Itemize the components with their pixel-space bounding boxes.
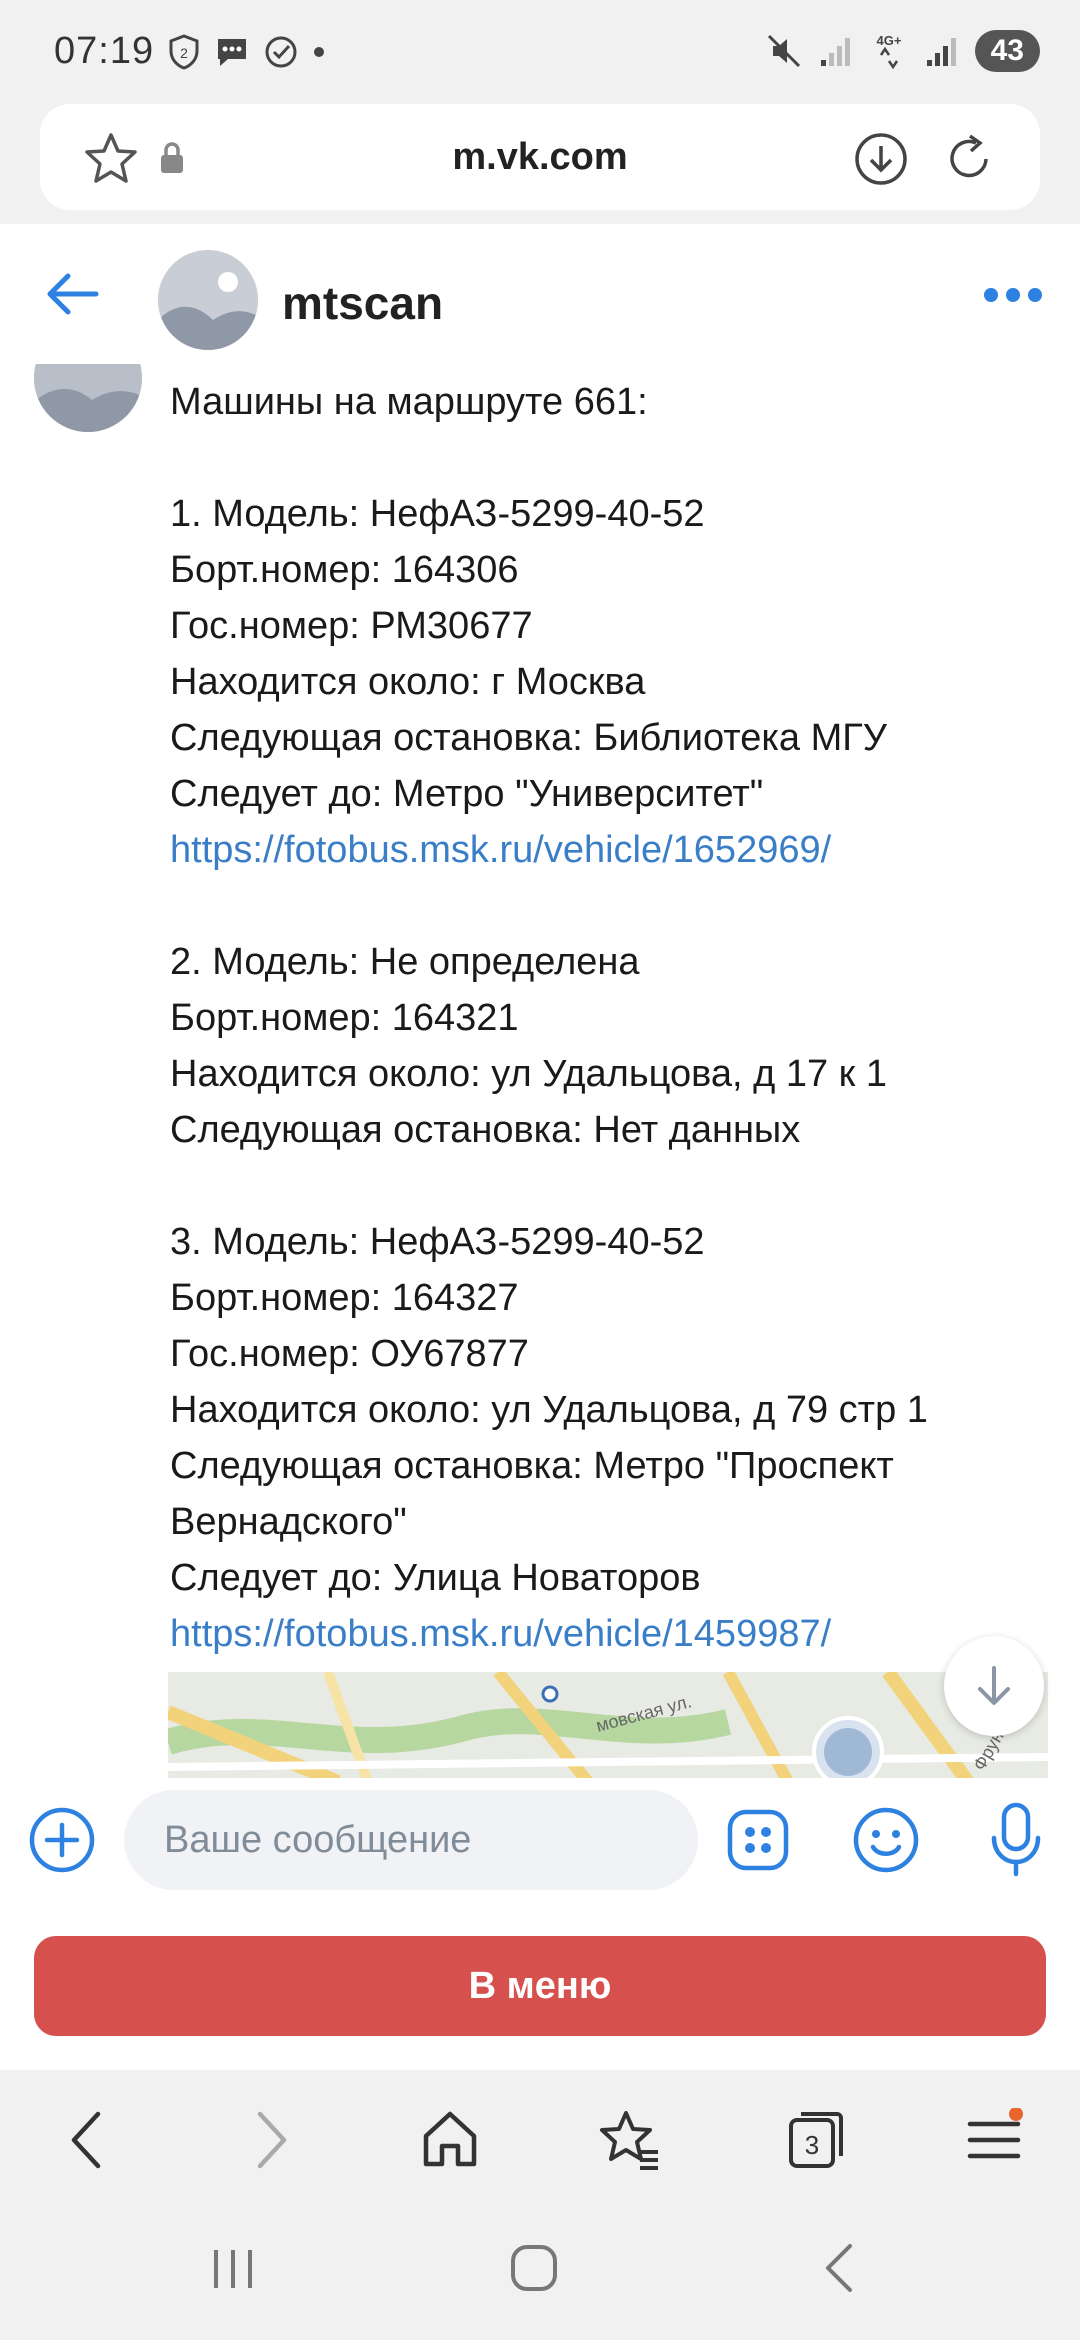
address-bar[interactable]: m.vk.com (40, 104, 1040, 210)
network-label: 4G+ (876, 33, 901, 48)
message-line: Борт.номер: 164321 (170, 997, 519, 1039)
reload-icon[interactable] (940, 130, 998, 188)
avatar[interactable] (158, 250, 258, 350)
arrow-down-icon (978, 1666, 1010, 1705)
back-nav-icon[interactable] (818, 2240, 858, 2296)
tabs-icon[interactable]: 3 (787, 2108, 845, 2172)
message-line: Машины на маршруте 661: (170, 381, 648, 423)
more-options-icon[interactable] (984, 288, 1042, 302)
message-line: Борт.номер: 164306 (170, 549, 519, 591)
status-time: 07:19 (54, 30, 155, 72)
message-input[interactable] (124, 1790, 698, 1890)
message-composer (0, 1778, 1080, 1898)
download-icon[interactable] (852, 130, 910, 188)
message-line: Вернадского" (170, 1501, 407, 1543)
scroll-down-button[interactable] (944, 1636, 1044, 1736)
message-line: Следующая остановка: Нет данных (170, 1109, 801, 1151)
browser-forward-icon[interactable] (252, 2108, 292, 2172)
map-image: мовская ул. Фрунзе (168, 1672, 1048, 1778)
message-line: 1. Модель: НефАЗ-5299-40-52 (170, 493, 705, 535)
back-arrow-icon[interactable] (42, 270, 100, 318)
message-body: Машины на маршруте 661: 1. Модель: НефАЗ-… (170, 374, 1050, 1662)
message-line: Находится около: ул Удальцова, д 17 к 1 (170, 1053, 887, 1095)
attach-plus-icon[interactable] (28, 1806, 96, 1874)
menu-hamburger-icon[interactable] (964, 2108, 1024, 2172)
bot-keyboard-icon[interactable] (726, 1808, 790, 1872)
message-line: Находится около: г Москва (170, 661, 646, 703)
network-4g-icon: 4G+ (876, 33, 901, 70)
status-bar: 07:19 2 4G+ 43 (0, 0, 1080, 100)
message-link[interactable]: https://fotobus.msk.ru/vehicle/1652969/ (170, 822, 1050, 878)
message-line: Находится около: ул Удальцова, д 79 стр … (170, 1389, 928, 1431)
home-nav-icon[interactable] (508, 2242, 560, 2294)
bookmarks-star-icon[interactable] (596, 2108, 662, 2172)
message-line: Борт.номер: 164327 (170, 1277, 519, 1319)
message-link[interactable]: https://fotobus.msk.ru/vehicle/1459987/ (170, 1606, 1050, 1662)
browser-toolbar: 3 (0, 2070, 1080, 2210)
avatar-placeholder-icon (34, 364, 142, 432)
check-circle-icon (265, 36, 297, 68)
signal-icon (926, 38, 956, 66)
microphone-icon[interactable] (988, 1802, 1044, 1878)
shield-badge-icon: 2 (169, 34, 199, 70)
message-list[interactable]: Машины на маршруте 661: 1. Модель: НефАЗ-… (0, 364, 1080, 1778)
avatar-placeholder-icon (158, 250, 258, 350)
message-line: Следующая остановка: Библиотека МГУ (170, 717, 887, 759)
message-avatar[interactable] (34, 364, 142, 432)
battery-level: 43 (974, 30, 1040, 72)
bot-keyboard: В меню (0, 1898, 1080, 2070)
dot-icon (314, 47, 324, 57)
browser-back-icon[interactable] (66, 2108, 106, 2172)
signal-weak-icon (820, 38, 850, 66)
chat-header: mtscan (0, 224, 1080, 364)
message-line: Гос.номер: РМ30677 (170, 605, 533, 647)
home-icon[interactable] (420, 2108, 480, 2172)
map-preview[interactable]: мовская ул. Фрунзе (168, 1672, 1048, 1778)
tabs-count: 3 (805, 2130, 819, 2160)
message-line: 2. Модель: Не определена (170, 941, 640, 983)
message-line: 3. Модель: НефАЗ-5299-40-52 (170, 1221, 705, 1263)
notification-icons: 2 (168, 34, 326, 70)
message-line: Следует до: Улица Новаторов (170, 1557, 701, 1599)
browser-address-area: m.vk.com (0, 100, 1080, 224)
system-icons: 4G+ 43 (765, 30, 1040, 72)
mute-icon (767, 34, 800, 68)
system-navigation-bar (0, 2210, 1080, 2340)
chat-title[interactable]: mtscan (282, 276, 443, 330)
svg-text:2: 2 (180, 45, 188, 61)
message-line: Следует до: Метро "Университет" (170, 773, 764, 815)
message-line: Гос.номер: ОУ67877 (170, 1333, 529, 1375)
chat-bubble-icon (218, 39, 246, 66)
emoji-icon[interactable] (852, 1806, 920, 1874)
menu-button[interactable]: В меню (34, 1936, 1046, 2036)
message-line: Следующая остановка: Метро "Проспект (170, 1445, 894, 1487)
recent-apps-icon[interactable] (208, 2244, 258, 2294)
